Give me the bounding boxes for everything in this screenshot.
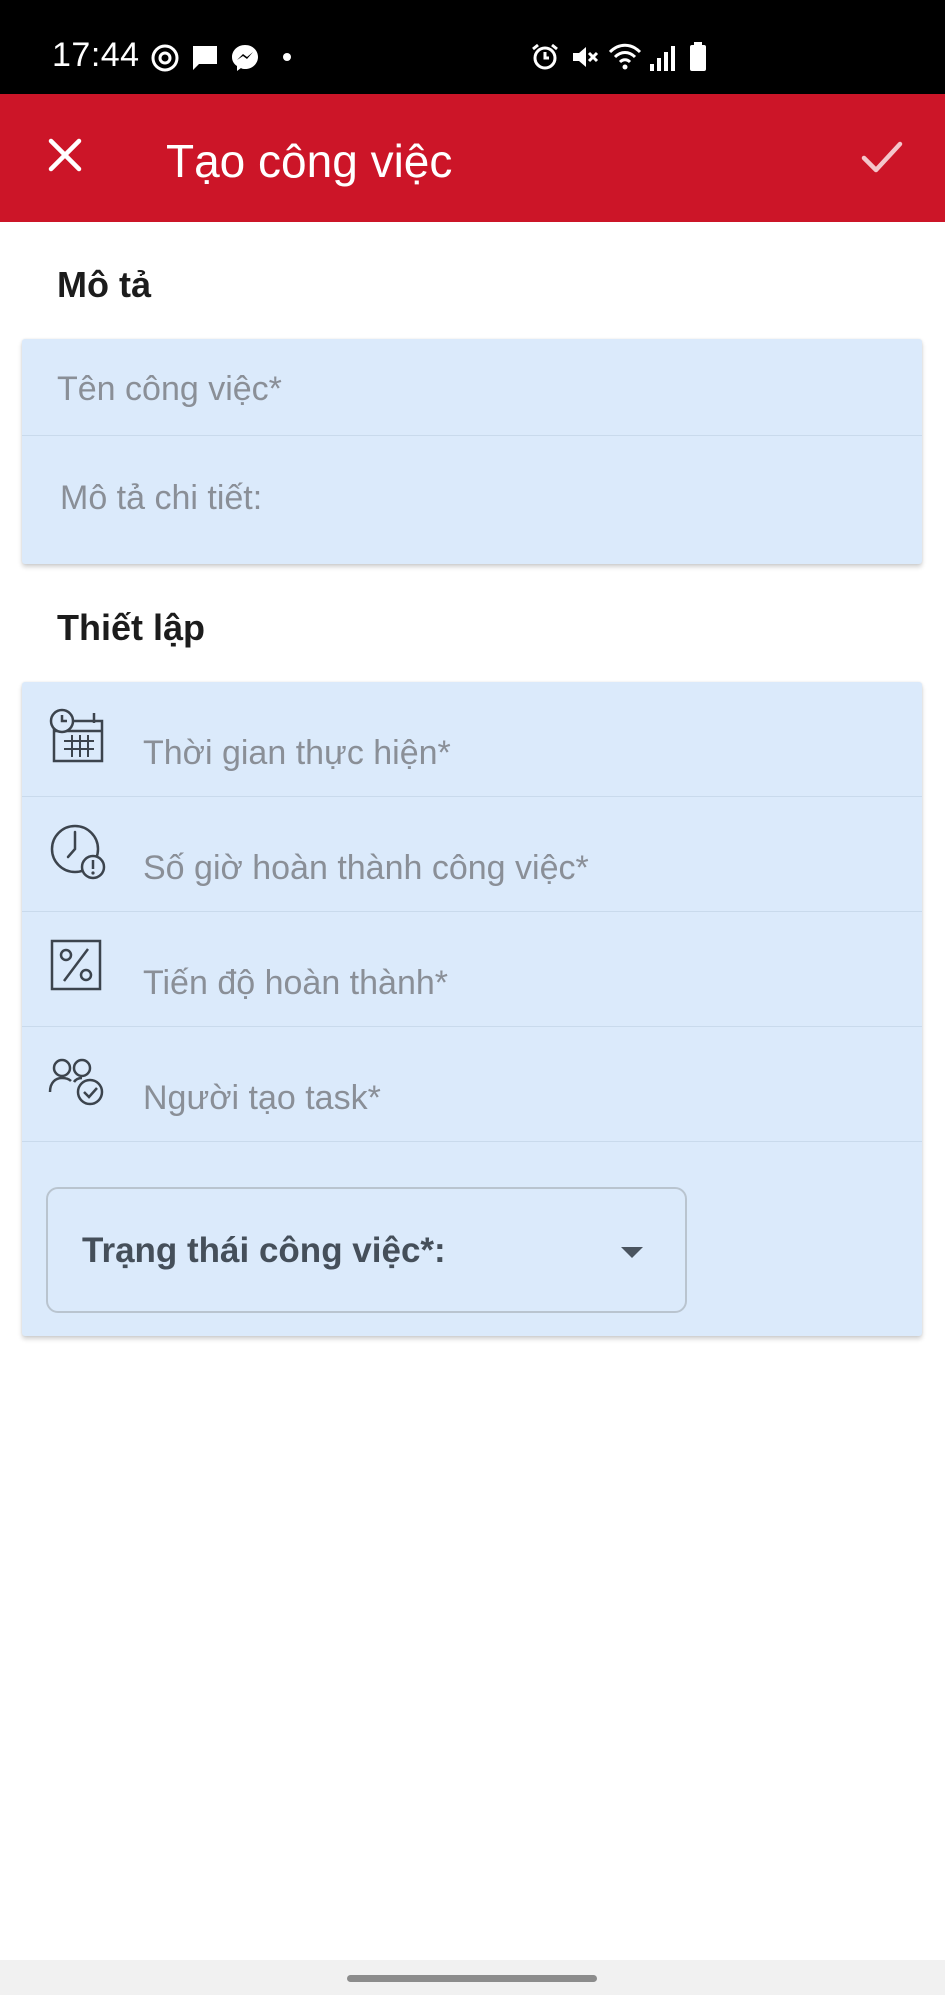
calendar-clock-icon bbox=[49, 708, 104, 763]
status-bar: 17:44 bbox=[0, 0, 945, 94]
status-time: 17:44 bbox=[52, 36, 140, 74]
system-nav-bar bbox=[0, 1960, 945, 1995]
task-description-field[interactable]: Mô tả chi tiết: bbox=[22, 436, 922, 564]
task-name-placeholder: Tên công việc* bbox=[57, 370, 282, 408]
close-icon[interactable] bbox=[36, 126, 94, 184]
check-icon[interactable] bbox=[851, 126, 913, 188]
settings-section-title: Thiết lập bbox=[57, 607, 206, 648]
mute-icon bbox=[573, 47, 599, 67]
completion-hours-placeholder: Số giờ hoàn thành công việc* bbox=[143, 849, 589, 887]
execution-time-placeholder: Thời gian thực hiện* bbox=[143, 734, 451, 772]
creator-field[interactable]: Người tạo task* bbox=[22, 1027, 922, 1142]
app-bar: Tạo công việc bbox=[0, 94, 945, 222]
people-check-icon bbox=[48, 1058, 104, 1106]
percent-icon bbox=[50, 939, 102, 991]
alarm-icon bbox=[532, 43, 558, 70]
description-card: Tên công việc* Mô tả chi tiết: bbox=[22, 339, 922, 564]
dot-icon bbox=[283, 53, 291, 61]
execution-time-field[interactable]: Thời gian thực hiện* bbox=[22, 682, 922, 797]
dropdown-arrow-icon[interactable] bbox=[621, 1247, 643, 1258]
messenger-icon bbox=[232, 45, 258, 71]
task-name-field[interactable]: Tên công việc* bbox=[22, 339, 922, 436]
task-status-select[interactable]: Trạng thái công việc*: bbox=[46, 1187, 687, 1313]
creator-placeholder: Người tạo task* bbox=[143, 1079, 381, 1117]
completion-hours-field[interactable]: Số giờ hoàn thành công việc* bbox=[22, 797, 922, 912]
target-icon bbox=[151, 44, 179, 72]
settings-card: Thời gian thực hiện* Số giờ hoàn thành c… bbox=[22, 682, 922, 1336]
clock-alert-icon bbox=[50, 824, 106, 880]
page-title: Tạo công việc bbox=[166, 135, 453, 187]
task-status-label: Trạng thái công việc*: bbox=[82, 1231, 446, 1270]
home-indicator[interactable] bbox=[347, 1975, 597, 1982]
progress-field[interactable]: Tiến độ hoàn thành* bbox=[22, 912, 922, 1027]
description-section-title: Mô tả bbox=[57, 264, 151, 305]
battery-icon bbox=[690, 42, 706, 71]
progress-placeholder: Tiến độ hoàn thành* bbox=[143, 964, 448, 1002]
signal-icon bbox=[650, 46, 675, 71]
chat-icon bbox=[193, 46, 217, 70]
task-description-placeholder: Mô tả chi tiết: bbox=[60, 479, 263, 517]
wifi-icon bbox=[608, 43, 642, 70]
